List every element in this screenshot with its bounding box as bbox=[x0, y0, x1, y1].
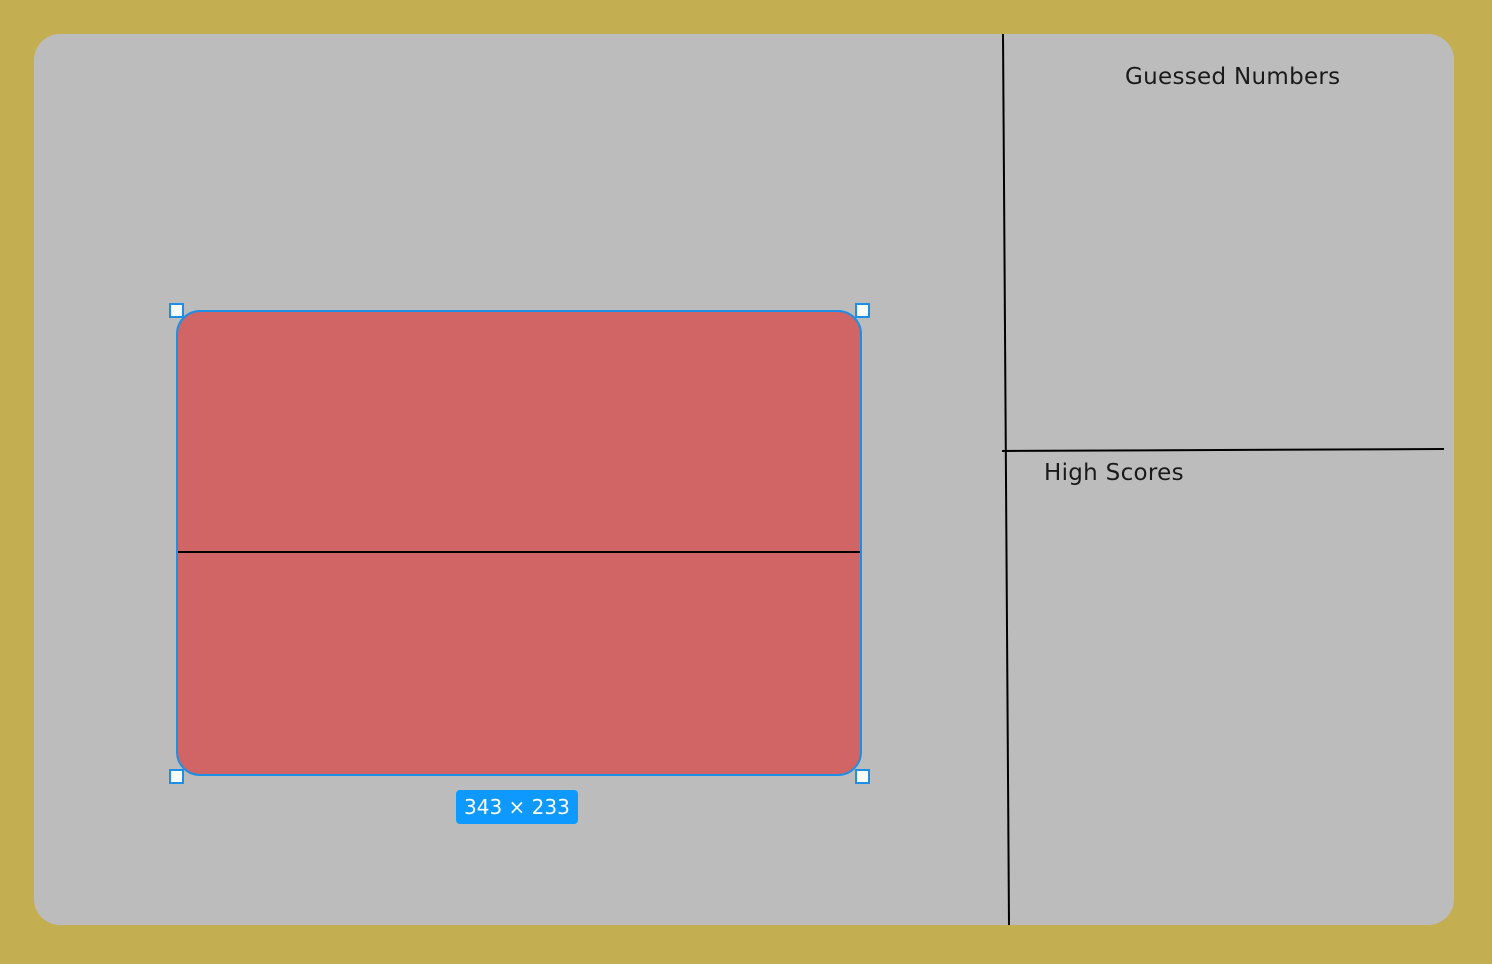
resize-handle-bottom-right[interactable] bbox=[855, 769, 870, 784]
card-divider-line bbox=[178, 551, 860, 553]
resize-handle-top-left[interactable] bbox=[169, 303, 184, 318]
dimensions-badge: 343 × 233 bbox=[456, 790, 578, 824]
resize-handle-bottom-left[interactable] bbox=[169, 769, 184, 784]
horizontal-divider bbox=[1001, 448, 1445, 452]
resize-handle-top-right[interactable] bbox=[855, 303, 870, 318]
vertical-divider bbox=[1002, 34, 1010, 925]
guessed-numbers-heading: Guessed Numbers bbox=[1125, 64, 1341, 90]
high-scores-heading: High Scores bbox=[1044, 460, 1184, 486]
selected-card-frame[interactable] bbox=[176, 310, 862, 776]
